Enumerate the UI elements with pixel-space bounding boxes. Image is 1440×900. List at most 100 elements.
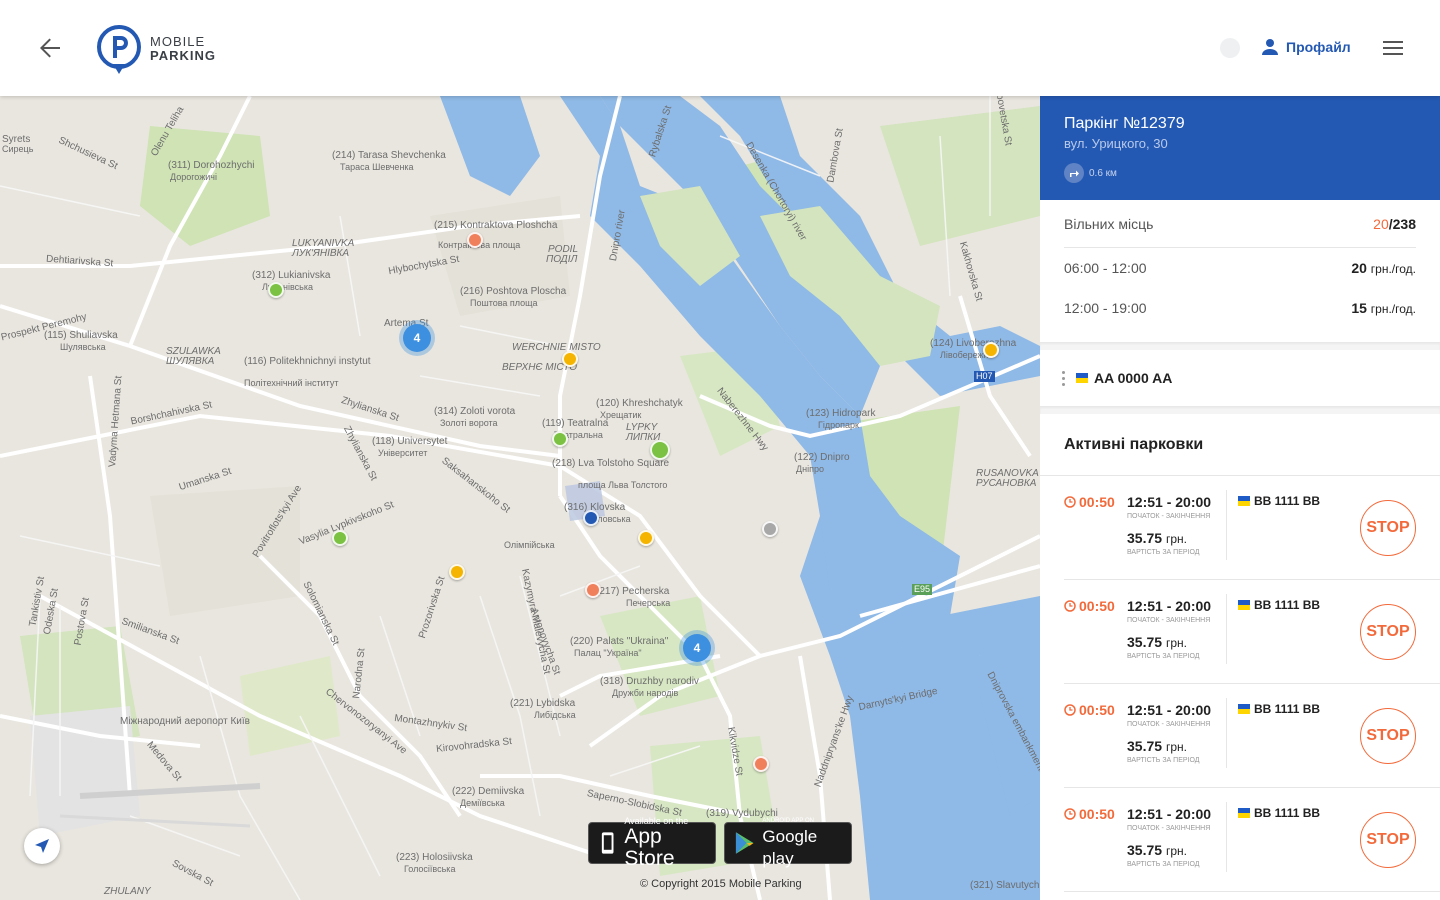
parking-cluster[interactable]: 4 [403,324,431,352]
logo-line-1: MOBILE [150,34,206,49]
google-play-small-text: ANDROID APP ON [762,818,814,824]
parking-marker-free[interactable] [552,431,568,447]
map-label: (218) Lva Tolstoho Square [552,458,670,469]
logo[interactable]: MOBILE PARKING [96,24,216,76]
map-label: площа Льва Толстого [578,480,668,490]
map-label: (311) Dorohozhychi [168,160,255,171]
parking-marker-medium[interactable] [562,351,578,367]
parking-marker-free[interactable] [332,530,348,546]
active-session: 00:50 12:51 - 20:00 ПОЧАТОК - ЗАКІНЧЕННЯ… [1064,476,1440,580]
session-cost-label: ВАРТІСТЬ ЗА ПЕРІОД [1127,549,1200,556]
map-label: Золоті ворота [440,418,498,428]
stop-button[interactable]: STOP [1360,604,1416,660]
map-label: (220) Palats "Ukraina" [570,636,669,647]
parking-details-panel: Паркінг №12379 вул. Урицкого, 30 0.6 км … [1040,96,1440,900]
profile-link[interactable]: Профайл [1260,37,1351,57]
parking-marker-closed[interactable] [762,521,778,537]
map-label: Дніпро [796,464,824,474]
map-label: Печерська [626,598,671,608]
parking-marker-selected[interactable] [650,440,670,460]
map-label: (118) Universytet [372,436,448,447]
map-label: (312) Lukianivska [252,270,331,281]
map-label: Сирець [2,144,34,154]
map-label: (215) Kontraktova Ploshcha [434,220,558,231]
vehicle-plate: AA 0000 AA [1094,370,1173,386]
free-spots-label: Вільних місць [1064,215,1154,232]
session-cost-label: ВАРТІСТЬ ЗА ПЕРІОД [1127,861,1200,868]
google-play-button[interactable]: ANDROID APP ON Google play [724,818,852,868]
app-store-button[interactable]: Available on the App Store [588,816,716,870]
session-cost-unit: грн. [1165,844,1187,858]
session-range: 12:51 - 20:00 [1127,806,1212,822]
free-spots-row: Вільних місць 20/238 [1064,200,1416,248]
clock-icon [1064,704,1076,716]
clock-icon [1064,600,1076,612]
app-header: MOBILE PARKING Профайл [0,0,1440,96]
parking-distance[interactable]: 0.6 км [1064,163,1416,183]
road-shield: H07 [974,371,995,382]
active-session: 00:50 12:51 - 20:00 ПОЧАТОК - ЗАКІНЧЕННЯ… [1064,580,1440,684]
parking-marker-medium[interactable] [449,564,465,580]
session-timer-value: 00:50 [1079,806,1115,822]
map-label: Дружби народів [612,688,679,698]
session-cost-unit: грн. [1165,636,1187,650]
google-play-icon [735,832,754,854]
parking-address: вул. Урицкого, 30 [1064,136,1168,151]
map-label: (115) Shuliavska [44,330,118,341]
current-location-marker [583,510,599,526]
stop-button[interactable]: STOP [1360,500,1416,556]
map-label: Тараса Шевченка [340,162,414,172]
rate-row: 06:00 - 12:00 20 грн./год. [1064,248,1416,288]
map-label: Голосіївська [404,864,456,874]
logo-line-2: PARKING [150,48,216,63]
parking-marker-busy[interactable] [467,232,483,248]
map-label: Дорогожичі [170,172,217,182]
map-base [0,96,1040,900]
hamburger-icon [1383,41,1403,55]
free-spots-total: /238 [1388,215,1416,232]
ukraine-flag-icon [1238,600,1250,610]
session-plate: BB 1111 BB [1254,598,1321,612]
my-location-button[interactable] [24,828,60,864]
map-label: (321) Slavutych [970,880,1040,891]
stop-button[interactable]: STOP [1360,708,1416,764]
parking-pin-icon [97,25,141,74]
session-separator [1226,490,1227,560]
parking-marker-medium[interactable] [983,342,999,358]
session-separator [1226,594,1227,664]
back-button[interactable] [34,32,66,64]
ukraine-flag-icon [1238,496,1250,506]
map-label: Палац "Україна" [574,648,642,658]
session-range: 12:51 - 20:00 [1127,494,1212,510]
session-separator [1226,698,1227,768]
map-label: (123) Hidropark [806,408,876,419]
session-cost-label: ВАРТІСТЬ ЗА ПЕРІОД [1127,757,1200,764]
session-cost-label: ВАРТІСТЬ ЗА ПЕРІОД [1127,653,1200,660]
session-cost: 35.75 грн. [1127,842,1187,858]
more-options-icon[interactable] [1062,370,1066,386]
menu-button[interactable] [1380,36,1406,60]
map-label: (217) Pecherska [596,586,670,597]
stop-button[interactable]: STOP [1360,812,1416,868]
person-icon [1262,39,1278,55]
parking-marker-busy[interactable] [585,582,601,598]
parking-cluster[interactable]: 4 [683,634,711,662]
map[interactable]: Syrets Сирець Shchusieva St Olenu Teliha… [0,96,1040,900]
parking-marker-free[interactable] [268,282,284,298]
status-indicator [1220,38,1240,58]
rate-unit: грн./год. [1370,262,1416,276]
session-range-label: ПОЧАТОК - ЗАКІНЧЕННЯ [1127,617,1211,624]
road-shield: E95 [912,584,933,595]
active-session: 00:50 12:51 - 20:00 ПОЧАТОК - ЗАКІНЧЕННЯ… [1064,684,1440,788]
parking-marker-busy[interactable] [753,756,769,772]
vehicle-selector[interactable]: AA 0000 AA [1040,350,1440,406]
map-label: Поштова площа [470,298,538,308]
session-cost-unit: грн. [1165,532,1187,546]
map-label: Гідропарк [818,420,859,430]
copyright-text: © Copyright 2015 Mobile Parking [640,878,802,890]
map-label: Либідська [534,710,576,720]
parking-marker-medium[interactable] [638,530,654,546]
map-label: Деміївська [460,798,505,808]
navigation-arrow-icon [35,839,49,853]
rate-time: 06:00 - 12:00 [1064,260,1147,276]
